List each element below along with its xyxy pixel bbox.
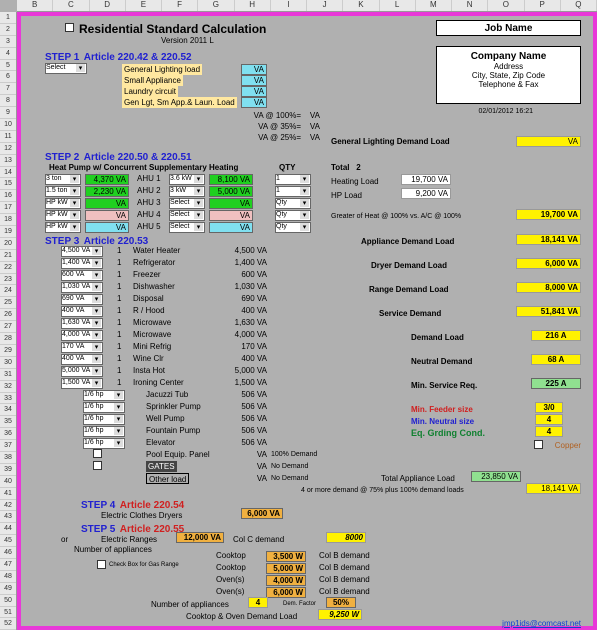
email-link[interactable]: jmp1ids@comcast.net	[502, 618, 581, 629]
page-title: Residential Standard Calculation	[79, 22, 266, 36]
pool-note: 100% Demand	[271, 449, 317, 460]
greater-lbl: Greater of Heat @ 100% vs. A/C @ 100%	[331, 211, 461, 222]
hp-lbl: HP Load	[331, 190, 362, 201]
numapp-val: 4	[248, 597, 268, 608]
msr-val: 225 A	[531, 378, 581, 389]
gas-checkbox[interactable]	[97, 560, 106, 569]
ddl-lbl: Dryer Demand Load	[371, 260, 447, 271]
sd-val: 51,841 VA	[516, 306, 581, 317]
heat-val: 19,700 VA	[401, 174, 451, 185]
note4: 4 or more demand @ 75% plus 100% demand …	[301, 485, 464, 496]
rdl-lbl: Range Demand Load	[369, 284, 449, 295]
gldl-val: VA	[516, 136, 581, 147]
pool-lbl: Pool Equip. Panel	[146, 449, 210, 460]
num-lbl2: Number of appliances	[74, 544, 152, 555]
numapp-lbl: Number of appliances	[151, 599, 229, 610]
ddl-val: 6,000 VA	[516, 258, 581, 269]
note4-val: 18,141 VA	[526, 483, 581, 494]
mfs-lbl: Min. Feeder size	[411, 404, 473, 415]
company-box: Company Name Address City, State, Zip Co…	[436, 46, 581, 104]
sd-lbl: Service Demand	[379, 308, 441, 319]
coc-lbl: Col C demand	[233, 534, 284, 545]
heat-lbl: Heating Load	[331, 176, 379, 187]
greater-val: 19,700 VA	[516, 209, 581, 220]
spreadsheet: BCDEFGHIJKLMNOPQ 12345678910111213141516…	[0, 0, 597, 630]
total-val: 2	[356, 163, 360, 172]
gas-lbl: Check Box for Gas Range	[109, 560, 179, 571]
date: 02/01/2012 16:21	[479, 108, 534, 115]
copper-lbl: Copper	[555, 440, 581, 451]
other-val: VA	[241, 473, 267, 484]
adl-lbl: Appliance Demand Load	[361, 236, 454, 247]
pool-val: VA	[241, 449, 267, 460]
step5-val: 12,000 VA	[176, 532, 224, 543]
step1-art: Article 220.42 & 220.52	[84, 52, 192, 63]
select[interactable]: Select	[45, 63, 87, 74]
coc-val: 8000	[326, 532, 366, 543]
dl-val: 216 A	[531, 330, 581, 341]
dl-lbl: Demand Load	[411, 332, 464, 343]
other-lbl[interactable]: Other load	[146, 473, 189, 484]
tal-val: 23,850 VA	[471, 471, 521, 482]
total-lbl: Total	[331, 163, 350, 172]
checkbox[interactable]	[534, 440, 543, 449]
df-lbl: Dem. Factor	[283, 599, 316, 610]
company-name: Company Name	[437, 51, 580, 62]
egc-lbl: Eq. Grding Cond.	[411, 428, 485, 439]
qty-hdr: QTY	[279, 162, 295, 173]
codl-val: 9,250 W	[318, 609, 362, 620]
mfs-val: 3/0	[535, 402, 563, 413]
gldl-label: General Lighting Demand Load	[331, 136, 450, 147]
or-lbl: or	[61, 534, 68, 545]
adl-val: 18,141 VA	[516, 234, 581, 245]
column-headers: BCDEFGHIJKLMNOPQ	[17, 0, 597, 12]
checkbox[interactable]	[65, 23, 74, 32]
gates-lbl: GATES	[146, 461, 177, 472]
row-headers: 1234567891011121314151617181920212223242…	[0, 12, 17, 630]
version: Version 2011 L	[161, 36, 214, 45]
mns-val: 4	[535, 414, 563, 425]
rdl-val: 8,000 VA	[516, 282, 581, 293]
df-val: 50%	[326, 597, 356, 608]
gates-val: VA	[241, 461, 267, 472]
other-note: No Demand	[271, 473, 308, 484]
step4-val: 6,000 VA	[241, 508, 283, 519]
checkbox[interactable]	[93, 449, 102, 458]
nd-lbl: Neutral Demand	[411, 356, 472, 367]
tal-lbl: Total Appliance Load	[381, 473, 455, 484]
msr-lbl: Min. Service Req.	[411, 380, 477, 391]
nd-val: 68 A	[531, 354, 581, 365]
company-tel: Telephone & Fax	[437, 80, 580, 89]
step2-sub: Heat Pump w/ Concurrent Supplementary He…	[49, 162, 238, 173]
egc-val: 4	[535, 426, 563, 437]
checkbox[interactable]	[93, 461, 102, 470]
gates-note: No Demand	[271, 461, 308, 472]
hp-val: 9,200 VA	[401, 188, 451, 199]
step4-lbl: Electric Clothes Dryers	[101, 510, 182, 521]
company-addr: Address	[437, 62, 580, 71]
page: Residential Standard Calculation Version…	[17, 12, 597, 630]
job-name-box[interactable]: Job Name	[436, 20, 581, 36]
mns-lbl: Min. Neutral size	[411, 416, 474, 427]
step1-hdr: STEP 1	[45, 52, 79, 63]
codl-lbl: Cooktop & Oven Demand Load	[186, 611, 297, 622]
company-csz: City, State, Zip Code	[437, 71, 580, 80]
